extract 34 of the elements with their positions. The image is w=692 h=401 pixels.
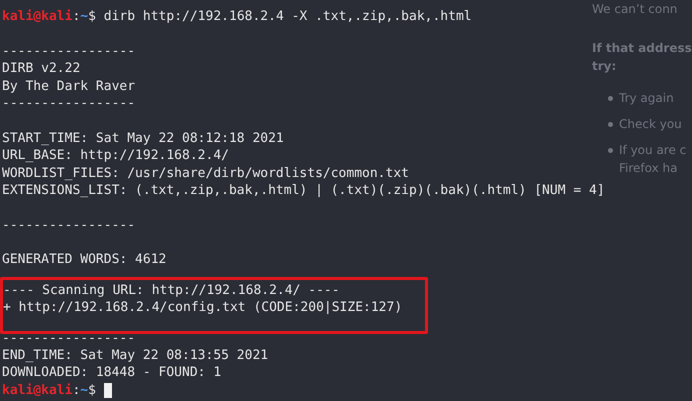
output-line: -----------------	[2, 216, 136, 234]
bullet-text: If you are c	[619, 142, 686, 159]
page-subheading: If that address	[592, 40, 692, 57]
prompt-separator: :	[72, 382, 80, 400]
output-line: ---- Scanning URL: http://192.168.2.4/ ----	[3, 282, 340, 300]
output-line: DIRB v2.22	[2, 60, 80, 78]
page-subheading: try:	[592, 58, 618, 75]
output-line: EXTENSIONS_LIST: (.txt,.zip,.bak,.html) | (.txt)(.zip)(.bak)(.html) [NUM = 4]	[2, 182, 605, 200]
output-line: + http://192.168.2.4/config.txt (CODE:200|SIZE:127)	[3, 299, 402, 317]
output-line: WORDLIST_FILES: /usr/share/dirb/wordlists/common.txt	[2, 164, 409, 182]
output-line: By The Dark Raver	[2, 78, 136, 95]
prompt-path: ~	[80, 382, 88, 400]
output-line: -----------------	[2, 42, 136, 60]
output-line: -----------------	[2, 330, 136, 348]
bullet-text: Firefox ha	[619, 160, 678, 177]
prompt-user: kali@kali	[2, 8, 72, 26]
output-line: START_TIME: Sat May 22 08:12:18 2021	[2, 130, 284, 148]
bullet-text: Try again	[619, 90, 674, 107]
output-line: GENERATED WORDS: 4612	[2, 251, 166, 269]
prompt-separator: :	[72, 8, 80, 26]
bullet-icon	[608, 122, 613, 127]
prompt-symbol: $	[88, 8, 96, 26]
command-text: dirb http://192.168.2.4 -X .txt,.zip,.bak,.html	[102, 8, 472, 26]
output-line: URL_BASE: http://192.168.2.4/	[2, 147, 229, 165]
page-heading: We can’t conn	[592, 1, 678, 18]
output-line: DOWNLOADED: 18448 - FOUND: 1	[2, 364, 222, 382]
output-line: END_TIME: Sat May 22 08:13:55 2021	[2, 347, 268, 364]
bullet-icon	[608, 148, 613, 153]
output-line: -----------------	[2, 94, 136, 112]
prompt-symbol: $	[88, 382, 96, 400]
prompt-user: kali@kali	[2, 382, 72, 400]
bullet-text: Check you	[619, 116, 682, 133]
prompt-path: ~	[80, 8, 88, 26]
bullet-icon	[608, 96, 613, 101]
